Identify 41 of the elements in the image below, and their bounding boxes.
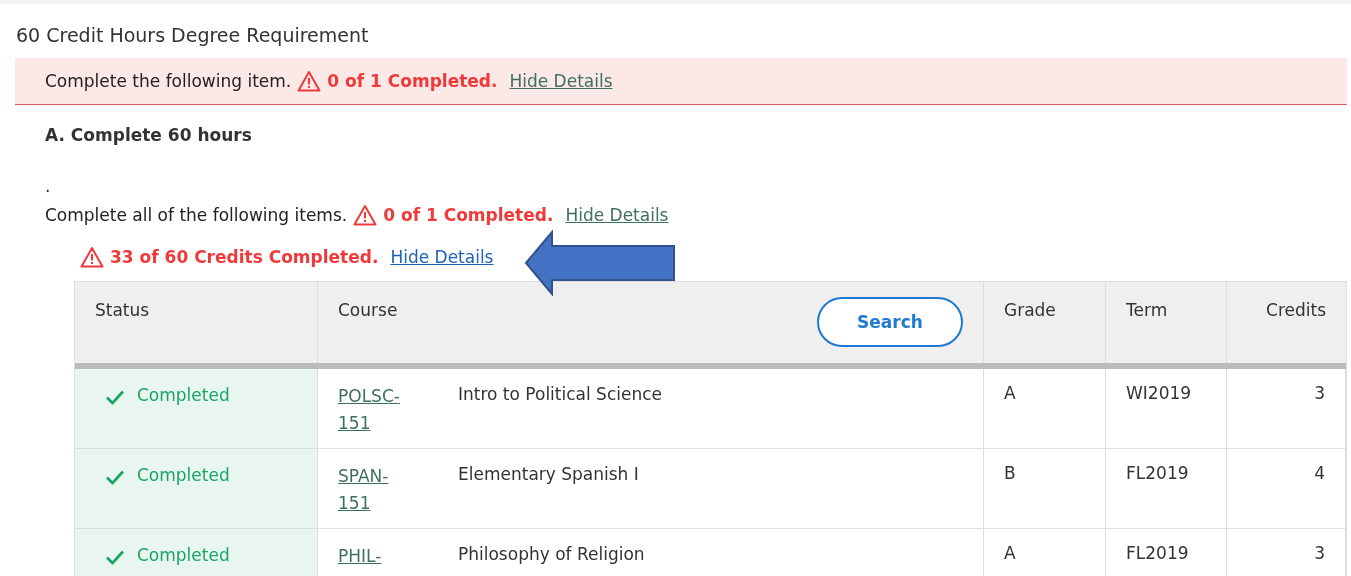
course-title: Philosophy of Religion (458, 543, 645, 566)
status-text: Completed (137, 385, 230, 405)
term-cell: WI2019 (1106, 369, 1227, 448)
section-title: 60 Credit Hours Degree Requirement (15, 23, 370, 48)
course-code-link[interactable]: PHIL- (338, 543, 414, 576)
check-icon (105, 549, 125, 565)
course-code-link[interactable]: SPAN- 151 (338, 463, 414, 514)
column-header: Course (338, 300, 398, 320)
hide-details-link[interactable]: Hide Details (390, 247, 494, 267)
term-cell: FL2019 (1106, 449, 1227, 528)
hide-details-link[interactable]: Hide Details (509, 71, 613, 91)
warning-icon (297, 70, 322, 92)
column-header: Credits (1265, 299, 1327, 322)
grade-cell: B (984, 449, 1106, 528)
note-text: . (45, 175, 52, 198)
requirement-text: Complete all of the following items. (45, 205, 348, 225)
banner-text: Complete the following item. (45, 71, 292, 91)
credits-cell: 4 (1227, 449, 1346, 528)
column-header: Grade (984, 282, 1106, 363)
check-icon (105, 389, 125, 405)
course-title: Intro to Political Science (458, 383, 663, 406)
hide-details-link[interactable]: Hide Details (565, 205, 669, 225)
course-title: Elementary Spanish I (458, 463, 639, 486)
warning-icon (80, 246, 104, 268)
course-code-link[interactable]: POLSC- 151 (338, 383, 414, 434)
progress-text: 0 of 1 Completed. (327, 71, 498, 91)
check-icon (105, 469, 125, 485)
status-text: Completed (137, 465, 230, 485)
progress-text: 33 of 60 Credits Completed. (110, 247, 379, 267)
credits-cell: 3 (1227, 369, 1346, 448)
warning-icon (353, 204, 378, 226)
column-header: Term (1106, 282, 1227, 363)
requirement-heading: A. Complete 60 hours (45, 124, 253, 147)
credits-cell: 3 (1227, 529, 1346, 576)
column-header: Status (75, 282, 318, 363)
progress-text: 0 of 1 Completed. (383, 205, 554, 225)
status-text: Completed (137, 545, 230, 565)
term-cell: FL2019 (1106, 529, 1227, 576)
grade-cell: A (984, 529, 1106, 576)
search-button[interactable]: Search (817, 297, 963, 347)
grade-cell: A (984, 369, 1106, 448)
